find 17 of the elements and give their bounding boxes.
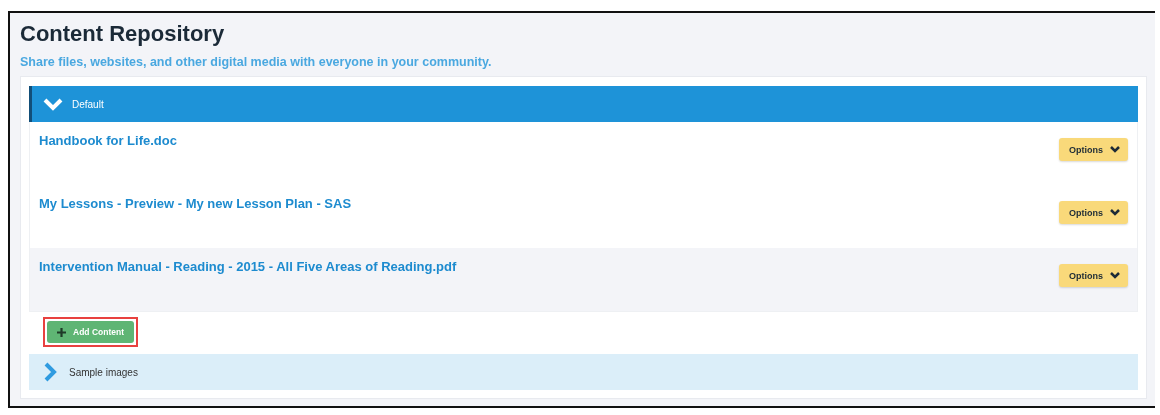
content-link[interactable]: Handbook for Life.doc xyxy=(39,133,177,148)
caret-icon xyxy=(1110,208,1120,217)
options-button[interactable]: Options xyxy=(1059,264,1128,287)
content-link[interactable]: My Lessons - Preview - My new Lesson Plan - SAS xyxy=(39,196,352,211)
caret-icon xyxy=(1110,145,1120,154)
caret-icon xyxy=(1110,271,1120,280)
folder-header[interactable]: Default xyxy=(29,86,1138,122)
folder-header[interactable]: Sample images xyxy=(29,354,1138,390)
options-button[interactable]: Options xyxy=(1059,138,1128,161)
options-button[interactable]: Options xyxy=(1059,201,1128,224)
page-subtitle: Share files, websites, and other digital media with everyone in your community. xyxy=(20,55,493,69)
plus-icon xyxy=(57,327,66,337)
add-content-button[interactable]: Add Content xyxy=(47,321,134,343)
page-title: Content Repository xyxy=(20,21,226,47)
folder-name: Sample images xyxy=(69,366,138,378)
folder-name: Default xyxy=(72,98,104,110)
content-link[interactable]: Intervention Manual - Reading - 2015 - All Five Areas of Reading.pdf xyxy=(39,259,457,274)
